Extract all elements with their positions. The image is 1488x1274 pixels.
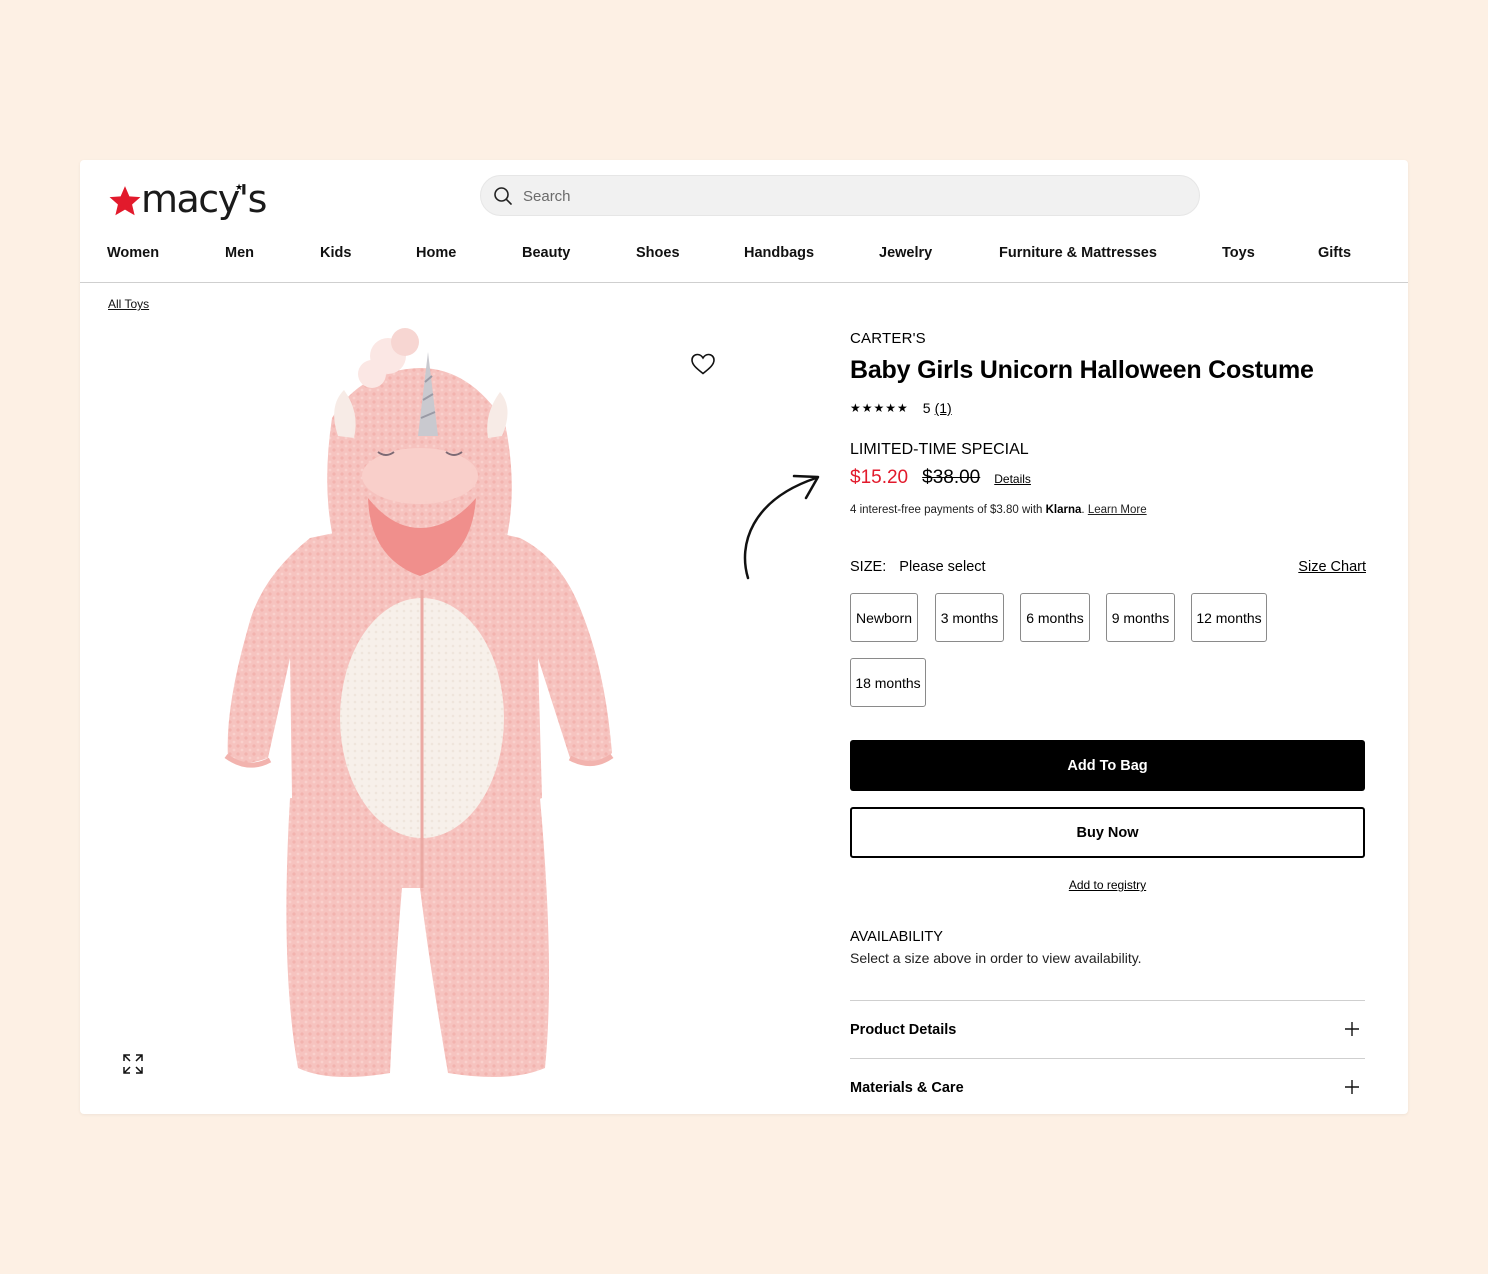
price-details-link[interactable]: Details (994, 472, 1031, 486)
promo-label: LIMITED-TIME SPECIAL (850, 441, 1029, 458)
nav-jewelry[interactable]: Jewelry (879, 245, 932, 261)
main-nav: Women Men Kids Home Beauty Shoes Handbag… (80, 242, 1408, 283)
review-count-link[interactable]: (1) (935, 400, 952, 416)
breadcrumb-all-toys[interactable]: All Toys (108, 297, 149, 311)
rating-score: 5 (922, 400, 931, 416)
product-image[interactable] (220, 328, 730, 1088)
nav-gifts[interactable]: Gifts (1318, 245, 1351, 261)
size-option-12-months[interactable]: 12 months (1191, 593, 1267, 642)
nav-kids[interactable]: Kids (320, 245, 351, 261)
price-row: $15.20 $38.00 Details (850, 467, 1031, 489)
nav-shoes[interactable]: Shoes (636, 245, 680, 261)
search-icon (494, 187, 512, 205)
accordion-materials-care[interactable]: Materials & Care (850, 1058, 1365, 1114)
nav-furniture-mattresses[interactable]: Furniture & Mattresses (999, 245, 1157, 261)
heart-icon[interactable] (690, 352, 716, 376)
accordion-product-details[interactable]: Product Details (850, 1000, 1365, 1059)
logo-small-star-icon: ★ (235, 182, 244, 192)
klarna-message: 4 interest-free payments of $3.80 with K… (850, 504, 1147, 516)
add-to-bag-button[interactable]: Add To Bag (850, 740, 1365, 791)
rating[interactable]: ★★★★★ 5 (1) (850, 400, 952, 416)
klarna-prefix: 4 interest-free payments of $3.80 with (850, 504, 1043, 516)
nav-handbags[interactable]: Handbags (744, 245, 814, 261)
sale-price: $15.20 (850, 467, 909, 488)
hand-drawn-arrow-icon (743, 474, 820, 580)
size-option-9-months[interactable]: 9 months (1106, 593, 1175, 642)
product-page-card: macy's ★ Women Men Kids Home Beauty Shoe… (80, 160, 1408, 1114)
product-title: Baby Girls Unicorn Halloween Costume (850, 356, 1314, 384)
rating-stars-icon: ★★★★★ (850, 401, 909, 415)
klarna-suffix: . (1081, 504, 1085, 516)
expand-icon[interactable] (122, 1053, 144, 1075)
plus-icon (1345, 1080, 1359, 1094)
availability-heading: AVAILABILITY (850, 929, 943, 945)
accordion-product-details-label: Product Details (850, 1022, 957, 1038)
original-price: $38.00 (922, 467, 981, 488)
nav-beauty[interactable]: Beauty (522, 245, 570, 261)
size-option-newborn[interactable]: Newborn (850, 593, 918, 642)
klarna-learn-more-link[interactable]: Learn More (1088, 504, 1147, 516)
size-label: SIZE: (850, 559, 887, 575)
add-to-registry-link[interactable]: Add to registry (850, 878, 1365, 892)
brand-name[interactable]: CARTER'S (850, 330, 926, 347)
red-star-icon (109, 186, 141, 216)
logo-wordmark: macy's (141, 177, 267, 221)
nav-home[interactable]: Home (416, 245, 456, 261)
size-row: SIZE: Please select Size Chart (850, 559, 1366, 575)
accordion-materials-care-label: Materials & Care (850, 1080, 964, 1096)
search-bar[interactable] (480, 175, 1200, 217)
klarna-brand: Klarna (1045, 504, 1082, 516)
search-input[interactable] (521, 176, 1185, 217)
size-option-6-months[interactable]: 6 months (1020, 593, 1090, 642)
availability-text: Select a size above in order to view ava… (850, 950, 1142, 966)
buy-now-button[interactable]: Buy Now (850, 807, 1365, 858)
nav-women[interactable]: Women (107, 245, 159, 261)
size-chart-link[interactable]: Size Chart (1298, 559, 1366, 575)
size-option-18-months[interactable]: 18 months (850, 658, 926, 707)
plus-icon (1345, 1022, 1359, 1036)
nav-men[interactable]: Men (225, 245, 254, 261)
size-option-3-months[interactable]: 3 months (935, 593, 1004, 642)
nav-toys[interactable]: Toys (1222, 245, 1255, 261)
size-selected: Please select (899, 559, 986, 575)
